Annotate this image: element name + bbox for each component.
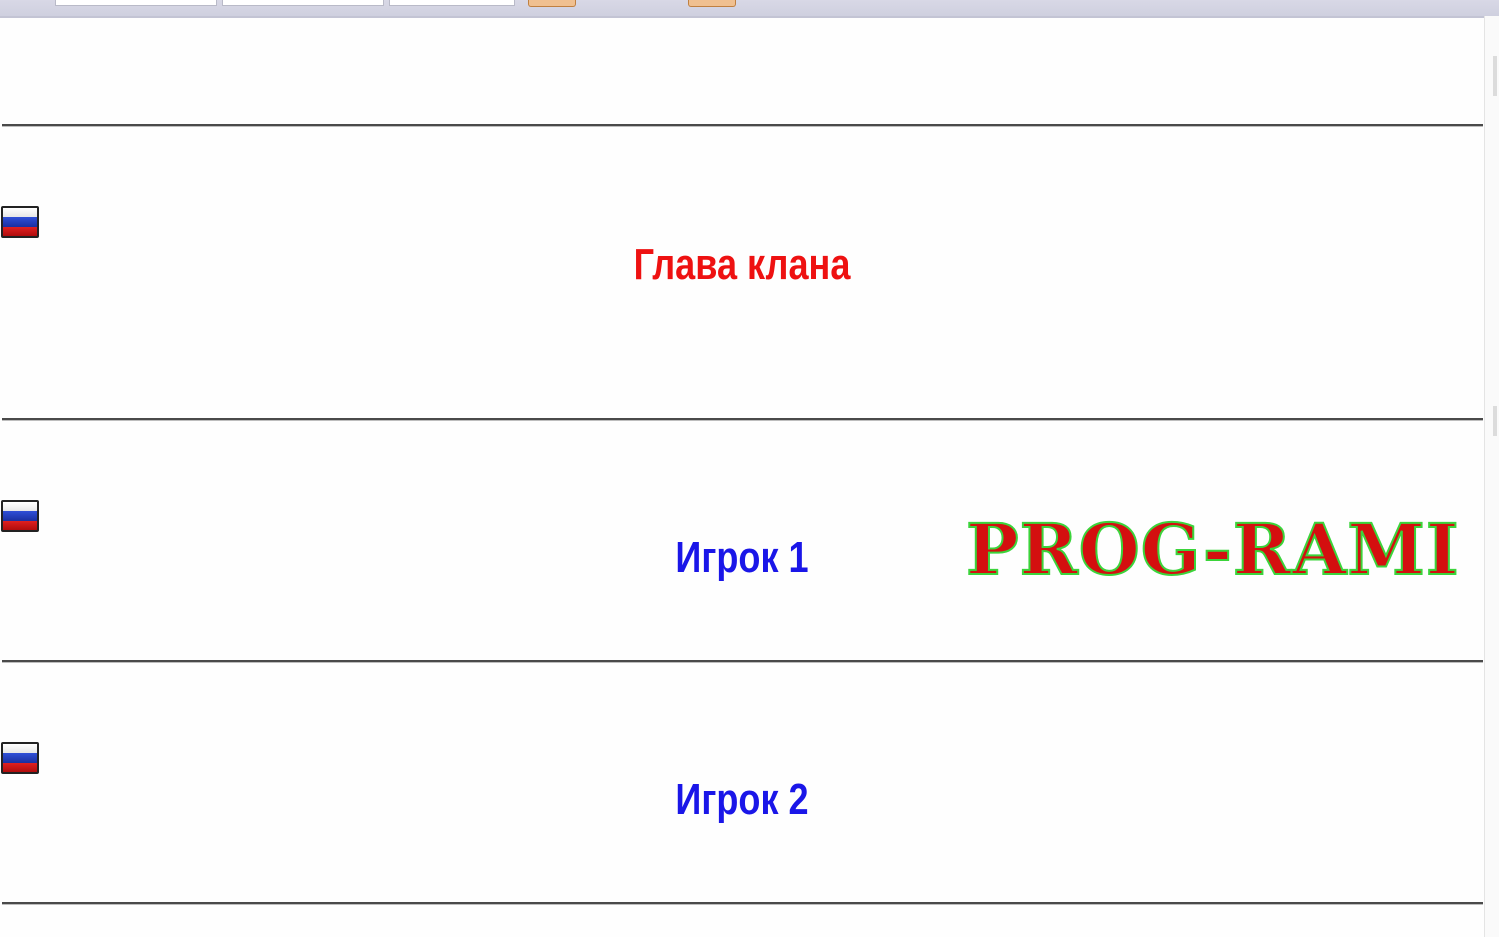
top-toolbar — [0, 0, 1499, 18]
row-divider — [2, 418, 1483, 421]
vertical-scrollbar[interactable] — [1484, 16, 1499, 937]
row-divider — [2, 660, 1483, 663]
player-2-name[interactable]: Игрок 2 — [134, 775, 1351, 825]
row-divider — [2, 902, 1483, 905]
toolbar-button-1[interactable] — [528, 0, 576, 7]
toolbar-input-2[interactable] — [222, 0, 384, 6]
scrollbar-track-mark — [1493, 406, 1497, 436]
toolbar-input-1[interactable] — [55, 0, 217, 6]
watermark-logo: PROG-RAMI — [965, 507, 1460, 592]
russia-flag-icon — [1, 206, 39, 238]
scrollbar-track-mark — [1493, 56, 1497, 96]
russia-flag-icon — [1, 500, 39, 532]
russia-flag-icon — [1, 742, 39, 774]
clan-leader-name[interactable]: Глава клана — [134, 240, 1351, 290]
toolbar-input-3[interactable] — [389, 0, 515, 6]
toolbar-button-2[interactable] — [688, 0, 736, 7]
clan-members-page: Глава клана Игрок 1 PROG-RAMI Игрок 2 — [0, 0, 1499, 937]
row-divider — [2, 124, 1483, 127]
